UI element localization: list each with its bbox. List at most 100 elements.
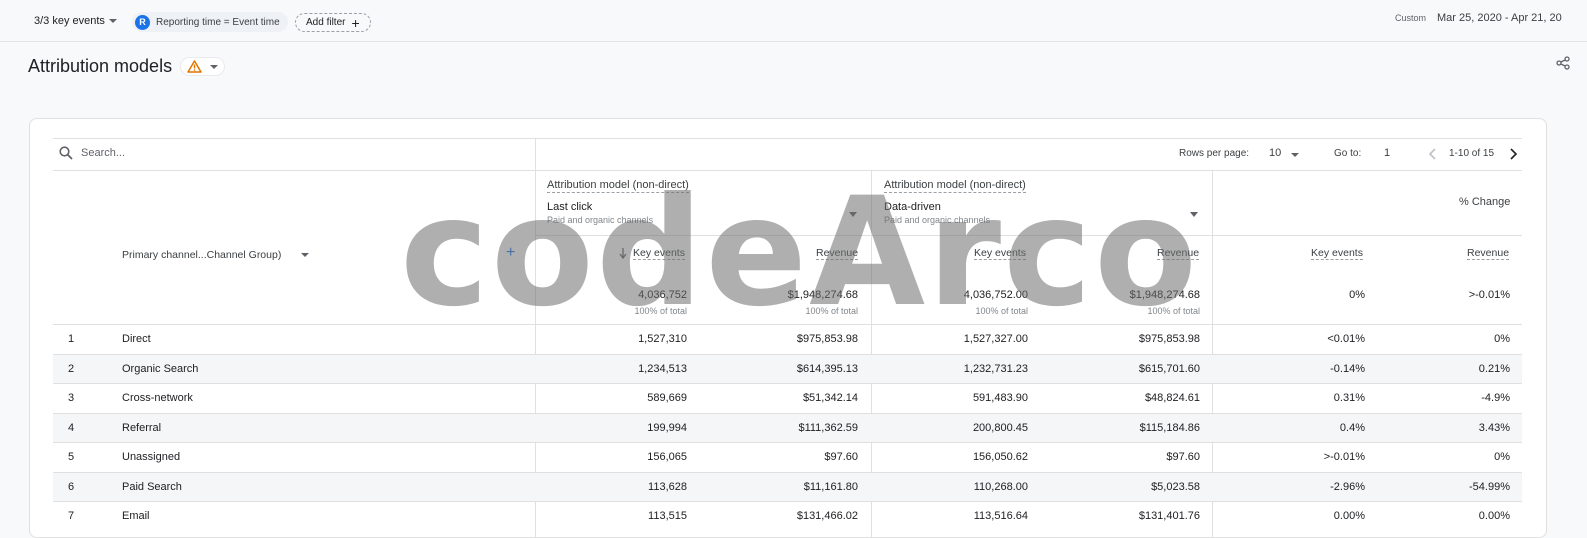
filter-bar: 3/3 key events R Reporting time = Event … xyxy=(0,0,1587,42)
cell-lc-key-events: 1,527,310 xyxy=(638,333,687,345)
cell-dd-key-events: 110,268.00 xyxy=(973,480,1028,493)
cell-lc-key-events: 156,065 xyxy=(647,451,687,463)
goto-label: Go to: xyxy=(1334,148,1362,159)
total-pct: 100% of total xyxy=(634,306,687,316)
reporting-time-chip[interactable]: R Reporting time = Event time xyxy=(132,12,288,32)
cell-dd-key-events: 113,516.64 xyxy=(973,510,1028,522)
plus-icon: + xyxy=(351,14,360,31)
share-icon[interactable] xyxy=(1556,56,1570,70)
dimension-header[interactable]: Primary channel...Channel Group) xyxy=(122,249,281,261)
plus-icon[interactable]: + xyxy=(506,244,515,262)
col-header-key-events[interactable]: Key events xyxy=(974,247,1026,260)
chevron-right-icon[interactable] xyxy=(1508,148,1518,160)
cell-dd-revenue: $975,853.98 xyxy=(1138,333,1200,345)
total-value: 4,036,752.00 xyxy=(963,289,1028,301)
key-events-label: 3/3 key events xyxy=(34,15,105,27)
table-row[interactable]: 6 Paid Search 113,628 $11,161.80 110,268.00 $… xyxy=(53,471,1522,501)
table-row[interactable]: 5 Unassigned 156,065 $97.60 156,050.62 $97.60… xyxy=(53,442,1522,471)
table-row[interactable]: 2 Organic Search 1,234,513 $614,395.13 1,232… xyxy=(53,353,1522,383)
cell-chg-key-events: -2.96% xyxy=(1330,480,1365,493)
title-row: Attribution models xyxy=(28,56,226,77)
title-menu-button[interactable] xyxy=(180,57,226,76)
group1-title: Attribution model (non-direct) xyxy=(547,179,689,193)
cell-chg-key-events: 0.4% xyxy=(1339,421,1365,434)
total-value: $1,948,274.68 xyxy=(1129,289,1200,301)
rows-per-page-select[interactable]: 10 xyxy=(1269,147,1281,159)
table-row[interactable]: 3 Cross-network 589,669 $51,342.14 591,483.9… xyxy=(53,383,1522,412)
row-channel[interactable]: Referral xyxy=(122,422,161,434)
cell-dd-revenue: $615,701.60 xyxy=(1138,362,1200,375)
total-value: 0% xyxy=(1349,289,1365,301)
total-pct: 100% of total xyxy=(805,306,858,316)
row-index: 1 xyxy=(68,333,75,345)
search-box[interactable]: Search... xyxy=(59,146,125,160)
chevron-left-icon[interactable] xyxy=(1428,148,1438,160)
row-channel[interactable]: Unassigned xyxy=(122,451,180,463)
row-index: 3 xyxy=(68,392,75,404)
cell-dd-key-events: 200,800.45 xyxy=(972,421,1028,434)
chevron-down-icon xyxy=(108,19,117,23)
divider xyxy=(53,138,1522,139)
cell-lc-key-events: 1,234,513 xyxy=(638,362,687,375)
col-header-key-events[interactable]: Key events xyxy=(633,247,685,260)
divider xyxy=(535,235,1522,236)
date-range-picker[interactable]: Mar 25, 2020 - Apr 21, 20 xyxy=(1437,12,1562,24)
page-range: 1-10 of 15 xyxy=(1449,148,1495,159)
page-title: Attribution models xyxy=(28,56,173,76)
cell-chg-key-events: >-0.01% xyxy=(1323,451,1365,463)
cell-dd-revenue: $115,184.86 xyxy=(1139,421,1200,434)
total-value: 4,036,752 xyxy=(638,289,687,301)
rows-per-page-label: Rows per page: xyxy=(1179,148,1250,159)
key-events-dropdown[interactable]: 3/3 key events xyxy=(34,15,117,27)
group2-sub: Paid and organic channels xyxy=(884,215,991,225)
search-input[interactable]: Search... xyxy=(81,147,125,159)
cell-chg-key-events: 0.00% xyxy=(1333,510,1365,522)
add-filter-label: Add filter xyxy=(306,17,346,28)
chip-label: Reporting time = Event time xyxy=(156,16,280,28)
cell-dd-key-events: 591,483.90 xyxy=(972,392,1028,404)
add-filter-button[interactable]: Add filter + xyxy=(295,13,371,32)
col-header-key-events[interactable]: Key events xyxy=(1311,247,1363,260)
cell-dd-revenue: $131,401.76 xyxy=(1138,510,1200,522)
row-channel[interactable]: Organic Search xyxy=(122,363,198,375)
cell-lc-revenue: $51,342.14 xyxy=(802,392,858,404)
table-row[interactable]: 7 Email 113,515 $131,466.02 113,516.64 $131,4… xyxy=(53,501,1522,530)
row-channel[interactable]: Direct xyxy=(122,333,151,345)
col-header-revenue[interactable]: Revenue xyxy=(1157,247,1200,260)
table-row[interactable]: 4 Referral 199,994 $111,362.59 200,800.45 $11… xyxy=(53,412,1522,442)
col-header-revenue[interactable]: Revenue xyxy=(816,247,859,260)
cell-chg-key-events: -0.14% xyxy=(1330,362,1365,375)
cell-dd-revenue: $97.60 xyxy=(1166,451,1200,463)
cell-lc-key-events: 589,669 xyxy=(647,392,687,404)
chevron-down-icon[interactable] xyxy=(1190,212,1198,217)
chevron-down-icon[interactable] xyxy=(849,212,857,217)
total-value: $1,948,274.68 xyxy=(787,289,858,301)
row-channel[interactable]: Email xyxy=(122,510,150,522)
cell-lc-key-events: 113,515 xyxy=(648,510,687,522)
row-channel[interactable]: Cross-network xyxy=(122,392,193,404)
group3-title: % Change xyxy=(1459,196,1511,208)
row-index: 2 xyxy=(68,362,75,375)
cell-chg-revenue: 3.43% xyxy=(1478,421,1510,434)
cell-chg-revenue: 0% xyxy=(1494,333,1510,345)
group2-model-select[interactable]: Data-driven xyxy=(884,201,941,213)
row-index: 4 xyxy=(68,421,75,434)
group1-model-select[interactable]: Last click xyxy=(547,201,592,213)
total-value: >-0.01% xyxy=(1468,289,1510,301)
sort-down-icon[interactable] xyxy=(619,248,627,259)
table-row[interactable]: 1 Direct 1,527,310 $975,853.98 1,527,327.00 $… xyxy=(53,324,1522,353)
row-index: 7 xyxy=(68,510,75,522)
goto-input[interactable]: 1 xyxy=(1384,147,1390,159)
chevron-down-icon[interactable] xyxy=(301,253,309,257)
col-header-revenue[interactable]: Revenue xyxy=(1467,247,1510,260)
group1-sub: Paid and organic channels xyxy=(547,215,654,225)
warning-icon xyxy=(187,60,202,73)
row-index: 5 xyxy=(68,451,75,463)
chevron-down-icon xyxy=(1291,153,1299,157)
row-channel[interactable]: Paid Search xyxy=(122,481,182,493)
custom-label: Custom xyxy=(1395,13,1427,23)
cell-lc-revenue: $11,161.80 xyxy=(803,480,858,493)
cell-lc-revenue: $131,466.02 xyxy=(796,510,858,522)
cell-chg-revenue: 0.00% xyxy=(1478,510,1510,522)
row-index: 6 xyxy=(68,480,75,493)
